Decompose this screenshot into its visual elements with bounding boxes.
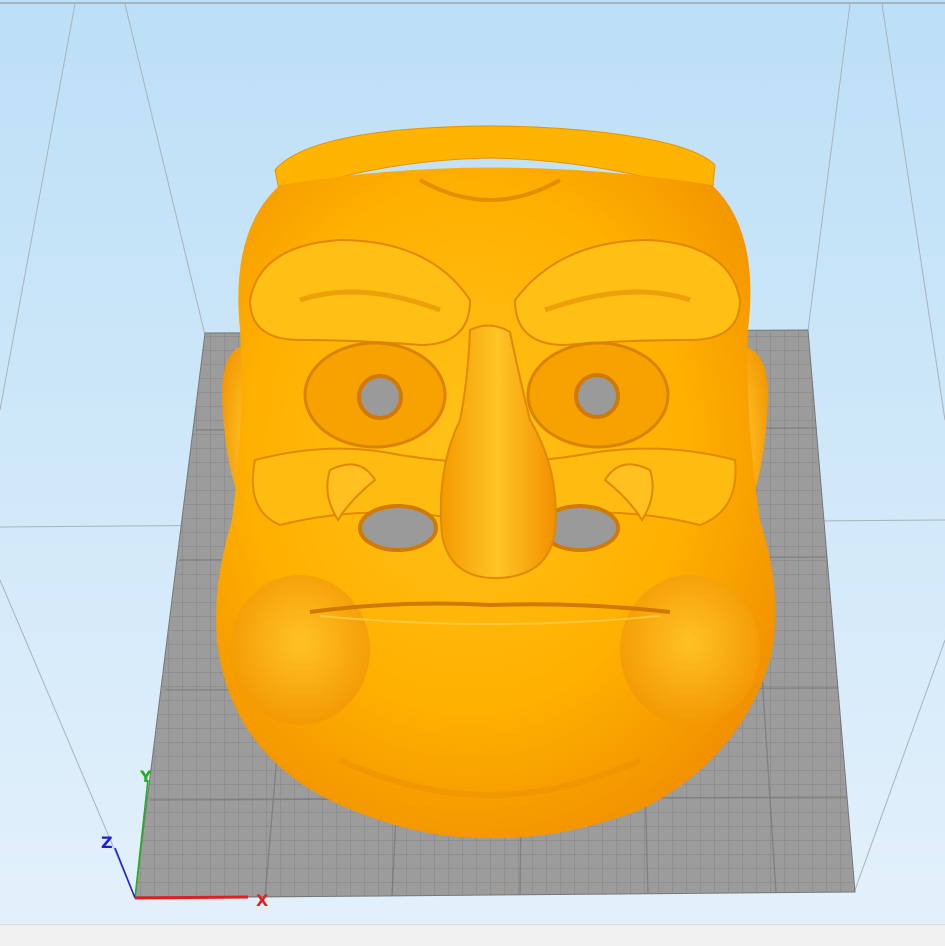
mask-left-eye-hole — [357, 374, 403, 420]
3d-viewport[interactable]: Y Z X — [0, 0, 945, 945]
axis-z-label: Z — [101, 833, 113, 852]
mask-left-cheek — [230, 575, 370, 725]
mask-right-eye-hole — [574, 373, 620, 419]
mask-right-cheek — [620, 575, 760, 725]
axis-x-line — [134, 895, 249, 900]
axis-x-label: X — [256, 891, 269, 910]
mask-left-nostril-hole — [358, 504, 438, 552]
mask-model[interactable] — [216, 125, 776, 839]
axis-y-label: Y — [139, 767, 152, 786]
status-bar — [0, 924, 945, 946]
